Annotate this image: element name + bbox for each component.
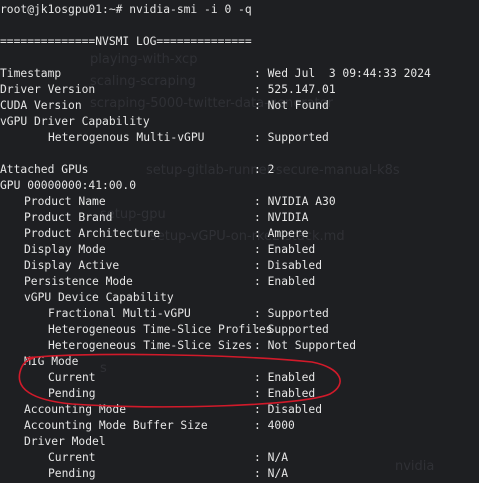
kv-value: : Supported: [254, 307, 329, 320]
kv-value: : N/A: [254, 451, 289, 464]
kv-key: GPU 00000000:41:00.0: [0, 179, 137, 192]
kv-value: : 525.147.01: [254, 83, 336, 96]
kv-row: Current : Enabled: [0, 370, 479, 386]
kv-key: Pending: [48, 467, 96, 480]
kv-value: : Ampere: [254, 227, 309, 240]
kv-key: Persistence Mode: [24, 275, 133, 288]
kv-key: Heterogenous Multi-vGPU: [48, 131, 205, 144]
kv-row: Pending : N/A: [0, 466, 479, 482]
kv-value: : NVIDIA: [254, 211, 309, 224]
kv-value: : NVIDIA A30: [254, 195, 336, 208]
kv-value: : Supported: [254, 323, 329, 336]
shell-prompt: root@jk1osgpu01:~# nvidia-smi -i 0 -q: [0, 3, 252, 16]
gpu-info-block: Attached GPUs : 2 GPU 00000000:41:00.0 Prod…: [0, 162, 479, 482]
kv-key: Driver Version: [0, 83, 96, 96]
kv-row: Heterogeneous Time-Slice Profiles: Suppo…: [0, 322, 479, 338]
kv-key: Accounting Mode: [24, 403, 127, 416]
kv-key: Driver Model: [24, 435, 106, 448]
kv-key: Current: [48, 371, 96, 384]
kv-value: : Not Found: [254, 99, 329, 112]
kv-value: : Wed Jul 3 09:44:33 2024: [254, 67, 431, 80]
kv-row: Display Mode : Enabled: [0, 242, 479, 258]
driver-info-block: Timestamp : Wed Jul 3 09:44:33 2024 Driver…: [0, 66, 479, 146]
kv-row: Heterogenous Multi-vGPU : Supported: [0, 130, 479, 146]
kv-row: Product Brand : NVIDIA: [0, 210, 479, 226]
kv-key: Pending: [48, 387, 96, 400]
kv-value: : Disabled: [254, 259, 323, 272]
kv-key: Product Architecture: [24, 227, 161, 240]
kv-value: : Disabled: [254, 403, 323, 416]
kv-key: Heterogeneous Time-Slice Sizes: [48, 339, 253, 352]
kv-key: Fractional Multi-vGPU: [48, 307, 191, 320]
kv-row: vGPU Device Capability: [0, 290, 479, 306]
kv-key: CUDA Version: [0, 99, 82, 112]
kv-key: Attached GPUs: [0, 163, 89, 176]
kv-value: : 4000: [254, 419, 295, 432]
kv-value: : Enabled: [254, 275, 316, 288]
kv-row: Pending : Enabled: [0, 386, 479, 402]
kv-key: Product Brand: [24, 211, 113, 224]
kv-key: Display Active: [24, 259, 120, 272]
kv-row: MIG Mode: [0, 354, 479, 370]
kv-row: Display Active : Disabled: [0, 258, 479, 274]
kv-row: GPU 00000000:41:00.0: [0, 178, 479, 194]
kv-key: vGPU Device Capability: [24, 291, 174, 304]
kv-key: Accounting Mode Buffer Size: [24, 419, 208, 432]
kv-value: : Not Supported: [254, 339, 357, 352]
kv-row: CUDA Version : Not Found: [0, 98, 479, 114]
kv-value: : Enabled: [254, 387, 316, 400]
kv-row: Heterogeneous Time-Slice Sizes: Not Supp…: [0, 338, 479, 354]
kv-value: : Supported: [254, 131, 329, 144]
kv-row: Accounting Mode Buffer Size : 4000: [0, 418, 479, 434]
kv-key: Timestamp: [0, 67, 62, 80]
kv-key: MIG Mode: [24, 355, 79, 368]
kv-value: : Enabled: [254, 371, 316, 384]
kv-key: Display Mode: [24, 243, 106, 256]
kv-key: Product Name: [24, 195, 106, 208]
kv-row: Driver Version : 525.147.01: [0, 82, 479, 98]
kv-row: Attached GPUs : 2: [0, 162, 479, 178]
kv-value: : Enabled: [254, 243, 316, 256]
kv-row: Current : N/A: [0, 450, 479, 466]
kv-row: Timestamp : Wed Jul 3 09:44:33 2024: [0, 66, 479, 82]
kv-row: Persistence Mode : Enabled: [0, 274, 479, 290]
kv-row: Driver Model: [0, 434, 479, 450]
kv-key: Heterogeneous Time-Slice Profiles: [48, 323, 273, 336]
kv-value: : 2: [254, 163, 275, 176]
kv-row: Fractional Multi-vGPU : Supported: [0, 306, 479, 322]
kv-row: Product Architecture : Ampere: [0, 226, 479, 242]
terminal-window[interactable]: playing-with-xcp scaling-scraping scrapi…: [0, 0, 479, 483]
kv-value: : N/A: [254, 467, 289, 480]
kv-key: vGPU Driver Capability: [0, 115, 150, 128]
kv-row: Accounting Mode : Disabled: [0, 402, 479, 418]
kv-row: Product Name : NVIDIA A30: [0, 194, 479, 210]
kv-key: Current: [48, 451, 96, 464]
log-header: ==============NVSMI LOG==============: [0, 35, 252, 48]
kv-row: vGPU Driver Capability: [0, 114, 479, 130]
terminal-output: root@jk1osgpu01:~# nvidia-smi -i 0 -q ==…: [0, 2, 479, 482]
